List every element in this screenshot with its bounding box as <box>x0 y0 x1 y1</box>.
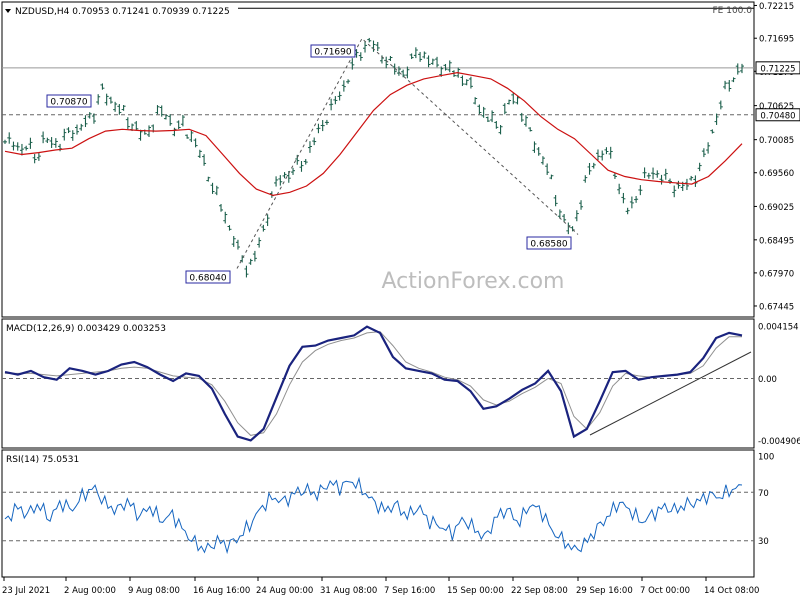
annotation-box-swing-low-label: 0.68040 <box>189 274 226 284</box>
time-tick-label: 24 Aug 00:00 <box>256 586 313 596</box>
current-price-tag-label: 0.71225 <box>760 64 795 74</box>
annotation-box-recent-low-label: 0.68580 <box>530 240 567 250</box>
forex-chart: ActionForex.com0.722150.716950.711700.70… <box>0 0 800 600</box>
macd-tick-label: -0.004906 <box>758 437 800 447</box>
time-tick-label: 15 Sep 00:00 <box>447 586 504 596</box>
time-tick-label: 9 Aug 08:00 <box>128 586 180 596</box>
fe-label: FE 100.0 <box>713 6 753 16</box>
time-tick-label: 29 Sep 16:00 <box>576 586 633 596</box>
price-tick-label: 0.69025 <box>759 203 794 213</box>
support-price-tag-label: 0.70480 <box>760 111 795 121</box>
macd-tick-label: 0.004154 <box>758 322 799 332</box>
rsi-tick-label: 70 <box>758 489 769 499</box>
macd-tick-label: 0.00 <box>758 375 777 385</box>
macd-frame <box>1 318 755 449</box>
panel-frames <box>1 1 755 578</box>
time-tick-label: 22 Sep 08:00 <box>511 586 568 596</box>
chart-title: NZDUSD,H4 0.70953 0.71241 0.70939 0.7122… <box>15 7 230 17</box>
price-tick-label: 0.67445 <box>759 302 794 312</box>
price-tick-label: 0.67970 <box>759 269 794 279</box>
time-tick-label: 16 Aug 16:00 <box>193 586 250 596</box>
annotation-box-left-high-label: 0.70870 <box>50 98 87 108</box>
price-tick-label: 0.70085 <box>759 136 794 146</box>
time-tick-label: 31 Aug 08:00 <box>320 586 377 596</box>
rsi-tick-label: 30 <box>758 537 769 547</box>
time-tick-label: 14 Oct 08:00 <box>704 586 759 596</box>
rsi-label: RSI(14) 75.0531 <box>6 455 79 465</box>
time-tick-label: 7 Oct 00:00 <box>640 586 690 596</box>
price-tick-label: 0.71695 <box>759 35 794 45</box>
time-tick-label: 7 Sep 16:00 <box>384 586 435 596</box>
watermark: ActionForex.com <box>382 269 565 294</box>
rsi-tick-label: 100 <box>758 453 774 463</box>
annotation-box-swing-high-label: 0.71690 <box>314 48 351 58</box>
price-tick-label: 0.68495 <box>759 236 794 246</box>
price-tick-label: 0.72215 <box>759 2 794 12</box>
chart-canvas: ActionForex.com0.722150.716950.711700.70… <box>1 1 800 596</box>
price-tick-label: 0.69560 <box>759 169 794 179</box>
time-tick-label: 23 Jul 2021 <box>2 586 50 596</box>
macd-label: MACD(12,26,9) 0.003429 0.003253 <box>6 324 166 334</box>
time-tick-label: 2 Aug 00:00 <box>64 586 116 596</box>
time-axis: 23 Jul 2021 2 Aug 00:00 9 Aug 08:00 16 Aug … <box>2 577 759 596</box>
